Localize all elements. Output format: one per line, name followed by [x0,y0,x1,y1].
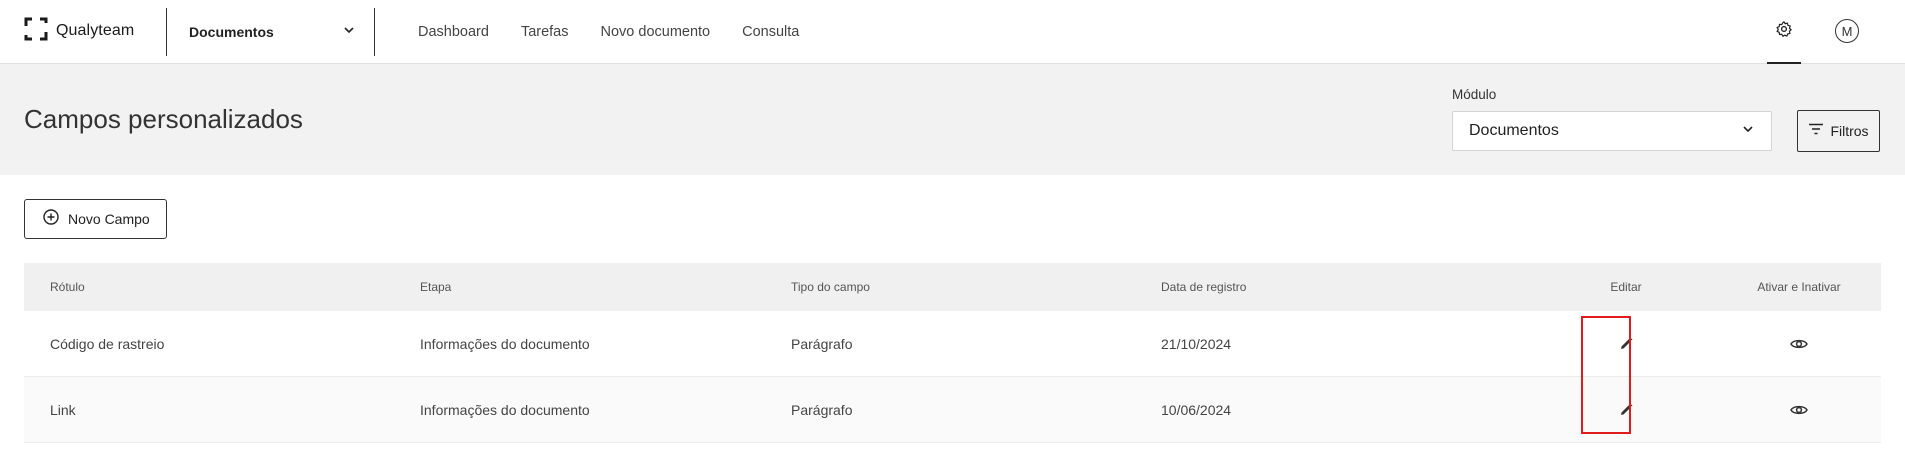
table-row: Código de rastreio Informações do docume… [24,311,1881,377]
novo-campo-label: Novo Campo [68,211,150,227]
cell-tipo: Parágrafo [791,401,853,418]
qualyteam-logo-icon [24,17,48,46]
toggle-cell [1729,398,1869,422]
eye-icon[interactable] [1787,398,1811,422]
module-switcher[interactable]: Documentos [166,0,366,64]
cell-etapa: Informações do documento [420,401,590,418]
cell-data: 10/06/2024 [1161,401,1232,418]
module-switcher-label: Documentos [189,24,274,40]
toggle-cell [1729,332,1869,356]
main-nav: Dashboard Tarefas Novo documento Consult… [402,0,815,64]
divider [374,8,375,56]
header-rotulo[interactable]: Rótulo [50,280,85,294]
add-circle-icon [43,208,59,230]
page-title: Campos personalizados [24,104,303,134]
gear-icon [1775,20,1793,43]
settings-button[interactable] [1767,0,1801,64]
cell-rotulo: Código de rastreio [50,335,165,352]
nav-consulta[interactable]: Consulta [742,24,799,40]
header-data[interactable]: Data de registro [1161,280,1246,294]
header-editar: Editar [1610,280,1642,294]
brand-logo[interactable]: Qualyteam [24,17,135,46]
edit-cell [1586,332,1666,356]
pencil-icon[interactable] [1614,398,1638,422]
filtros-label: Filtros [1830,123,1869,139]
edit-cell [1586,398,1666,422]
cell-data: 21/10/2024 [1161,335,1232,352]
modulo-select-value: Documentos [1469,122,1559,139]
page-header: Campos personalizados Módulo Documentos … [0,64,1905,175]
table-header: Rótulo Etapa Tipo do campo Data de regis… [24,263,1881,311]
user-avatar[interactable]: M [1835,19,1859,43]
header-etapa[interactable]: Etapa [420,280,451,294]
campos-table: Rótulo Etapa Tipo do campo Data de regis… [24,263,1881,443]
cell-tipo: Parágrafo [791,335,853,352]
eye-icon[interactable] [1787,332,1811,356]
nav-dashboard[interactable]: Dashboard [418,24,489,40]
header-ativar: Ativar e Inativar [1757,280,1841,294]
chevron-down-icon [1741,122,1755,141]
nav-tarefas[interactable]: Tarefas [521,24,569,40]
cell-etapa: Informações do documento [420,335,590,352]
top-navbar: Qualyteam Documentos Dashboard Tarefas N… [0,0,1905,64]
cell-rotulo: Link [50,401,76,418]
pencil-icon[interactable] [1614,332,1638,356]
table-row: Link Informações do documento Parágrafo … [24,377,1881,443]
filter-icon [1808,122,1824,140]
chevron-down-icon [342,23,356,42]
nav-novo-documento[interactable]: Novo documento [601,24,711,40]
header-tipo[interactable]: Tipo do campo [791,280,870,294]
modulo-select[interactable]: Documentos [1452,111,1772,151]
modulo-label: Módulo [1452,87,1497,102]
brand-name: Qualyteam [56,22,135,39]
novo-campo-button[interactable]: Novo Campo [24,199,167,239]
filtros-button[interactable]: Filtros [1797,110,1880,152]
